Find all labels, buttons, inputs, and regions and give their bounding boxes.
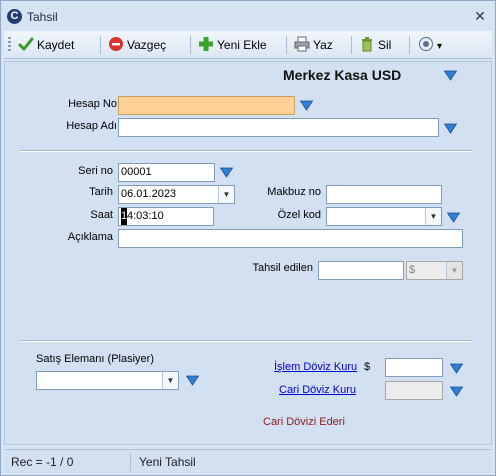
aciklama-label: Açıklama (67, 231, 113, 243)
cari-doviz-lookup-icon[interactable] (450, 386, 463, 397)
saat-time-input[interactable]: 14:03:10 (118, 207, 214, 226)
hesap-adi-lookup-icon[interactable] (444, 123, 457, 134)
islem-doviz-currency-symbol: $ (364, 361, 371, 373)
satis-elemani-dropdown[interactable]: ▼ (162, 372, 178, 389)
cancel-label: Vazgeç (127, 38, 167, 52)
satis-elemani-label: Satış Elemanı (Plasiyer) (36, 353, 154, 365)
app-logo-icon: C (7, 9, 22, 24)
currency-dropdown: ▼ (446, 262, 462, 279)
ozel-kod-select[interactable]: ▼ (326, 207, 442, 226)
cari-doviz-kuru-input (385, 381, 443, 400)
satis-elemani-select[interactable]: ▼ (36, 371, 179, 390)
islem-doviz-lookup-icon[interactable] (450, 363, 463, 374)
date-picker-dropdown[interactable]: ▼ (218, 186, 234, 203)
saat-label: Saat (90, 209, 113, 221)
tahsil-edilen-input[interactable] (318, 261, 404, 280)
hesap-adi-label: Hesap Adı (66, 120, 117, 132)
account-header-title: Merkez Kasa USD (283, 67, 402, 83)
toolbar-separator (286, 36, 287, 54)
islem-doviz-kuru-input[interactable] (385, 358, 443, 377)
ozel-kod-lookup-icon[interactable] (447, 212, 460, 223)
toolbar-separator (100, 36, 101, 54)
form-panel: Merkez Kasa USD Hesap No Hesap Adı Seri … (4, 61, 492, 445)
tahsil-window: C Tahsil ✕ Kaydet Vazgeç Yeni Ekle Yaz S… (0, 0, 496, 476)
record-counter: Rec = -1 / 0 (11, 455, 74, 469)
aciklama-input[interactable] (118, 229, 463, 248)
delete-label: Sil (378, 38, 392, 52)
hesap-no-input[interactable] (118, 96, 295, 115)
makbuz-no-input[interactable] (326, 185, 442, 204)
section-divider (20, 340, 473, 342)
print-button[interactable]: Yaz (294, 35, 333, 55)
window-title: Tahsil (27, 10, 58, 24)
tarih-label: Tarih (89, 186, 113, 198)
ozel-kod-label: Özel kod (277, 209, 321, 221)
tahsil-edilen-label: Tahsil edilen (252, 262, 313, 274)
currency-select: $ ▼ (406, 261, 463, 280)
seri-no-input[interactable]: 00001 (118, 163, 215, 182)
close-button[interactable]: ✕ (472, 8, 488, 24)
hesap-adi-input[interactable] (118, 118, 439, 137)
satis-elemani-lookup-icon[interactable] (186, 375, 199, 386)
cancel-button[interactable]: Vazgeç (108, 35, 166, 55)
status-mode: Yeni Tahsil (139, 455, 196, 469)
toolbar: Kaydet Vazgeç Yeni Ekle Yaz Sil ▾ (4, 31, 492, 59)
hesap-no-label: Hesap No (68, 98, 117, 110)
header-options-icon[interactable] (444, 70, 457, 81)
toolbar-separator (409, 36, 410, 54)
cari-doviz-kuru-link[interactable]: Cari Döviz Kuru (279, 384, 356, 396)
title-bar: C Tahsil ✕ (1, 1, 495, 31)
hesap-no-lookup-icon[interactable] (300, 100, 313, 111)
toolbar-grip[interactable] (8, 37, 11, 53)
options-menu-button[interactable]: ▾ (418, 35, 442, 55)
makbuz-no-label: Makbuz no (267, 186, 321, 198)
currency-value: $ (409, 264, 416, 276)
tarih-value: 06.01.2023 (121, 188, 177, 200)
saat-value: 4:03:10 (127, 210, 164, 222)
toolbar-separator (190, 36, 191, 54)
print-label: Yaz (313, 38, 333, 52)
cari-dovizi-ederi-label: Cari Dövizi Ederi (263, 416, 345, 428)
new-button[interactable]: Yeni Ekle (198, 35, 267, 55)
section-divider (20, 150, 473, 152)
status-bar: Rec = -1 / 0 Yeni Tahsil (4, 449, 492, 473)
tarih-date-input[interactable]: 06.01.2023 ▼ (118, 185, 235, 204)
seri-no-label: Seri no (78, 165, 113, 177)
toolbar-separator (351, 36, 352, 54)
save-button[interactable]: Kaydet (18, 35, 74, 55)
islem-doviz-kuru-link[interactable]: İşlem Döviz Kuru (274, 361, 357, 373)
save-label: Kaydet (37, 38, 75, 52)
status-separator (130, 453, 131, 471)
cancel-icon (109, 37, 123, 51)
printer-icon (294, 36, 310, 52)
delete-button[interactable]: Sil (359, 35, 391, 55)
plus-icon (199, 37, 213, 51)
trash-icon (362, 37, 372, 52)
options-icon (419, 37, 433, 51)
new-label: Yeni Ekle (217, 38, 267, 52)
chevron-down-icon: ▾ (437, 41, 443, 52)
seri-no-lookup-icon[interactable] (220, 167, 233, 178)
checkmark-icon (18, 37, 34, 51)
ozel-kod-dropdown[interactable]: ▼ (425, 208, 441, 225)
